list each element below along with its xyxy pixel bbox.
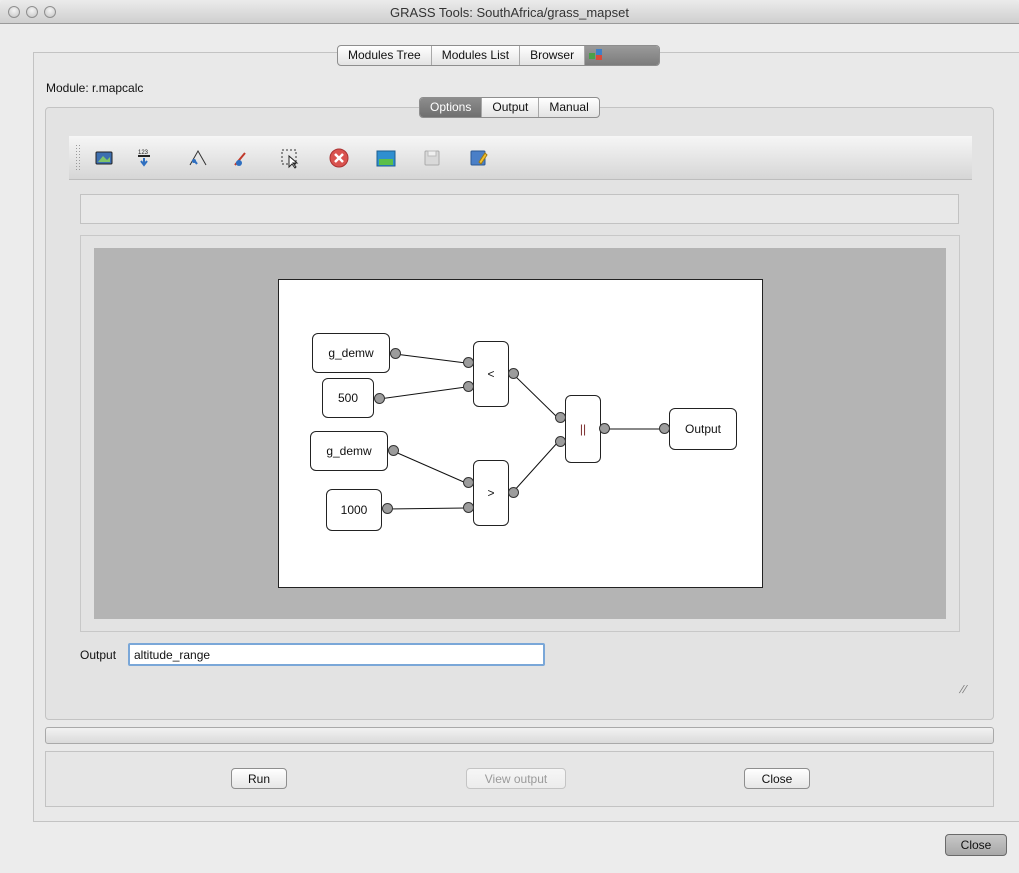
save-icon[interactable] — [421, 147, 443, 169]
toolbar-grip[interactable] — [75, 144, 81, 172]
output-port[interactable] — [388, 445, 399, 456]
constant-node[interactable]: 500 — [322, 378, 374, 418]
output-name-input[interactable] — [128, 643, 545, 666]
window-title: GRASS Tools: SouthAfrica/grass_mapset — [390, 5, 629, 20]
input-port[interactable] — [463, 357, 474, 368]
input-port[interactable] — [463, 381, 474, 392]
window-close-button[interactable]: Close — [945, 834, 1007, 856]
output-port[interactable] — [374, 393, 385, 404]
top-tab-bar: Modules Tree Modules List Browser — [337, 45, 661, 66]
output-node[interactable]: Output — [669, 408, 737, 450]
operator-node[interactable]: || — [565, 395, 601, 463]
tab-module[interactable] — [585, 46, 660, 65]
run-button[interactable]: Run — [231, 768, 287, 789]
mapcalc-canvas[interactable]: g_demw 500 g_demw 1000 < > || Output — [278, 279, 763, 588]
operator-node[interactable]: > — [473, 460, 509, 526]
input-port[interactable] — [659, 423, 670, 434]
close-button[interactable]: Close — [744, 768, 810, 789]
output-port[interactable] — [508, 368, 519, 379]
mapcalc-toolbar: 123 — [69, 136, 972, 180]
tab-options[interactable]: Options — [420, 98, 483, 117]
progress-bar — [45, 727, 994, 744]
window-titlebar: GRASS Tools: SouthAfrica/grass_mapset — [0, 0, 1019, 24]
output-port[interactable] — [382, 503, 393, 514]
input-port[interactable] — [463, 502, 474, 513]
input-port[interactable] — [555, 436, 566, 447]
tab-manual[interactable]: Manual — [539, 98, 598, 117]
tab-output[interactable]: Output — [482, 98, 540, 117]
view-output-button[interactable]: View output — [466, 768, 566, 789]
map-node[interactable]: g_demw — [312, 333, 390, 373]
operator-node[interactable]: < — [473, 341, 509, 407]
module-label: Module: r.mapcalc — [46, 81, 144, 95]
tab-modules-list[interactable]: Modules List — [432, 46, 521, 65]
add-map-icon[interactable] — [93, 147, 115, 169]
sub-tab-bar: Options Output Manual — [419, 97, 600, 118]
constant-node[interactable]: 1000 — [326, 489, 382, 531]
add-connection-icon[interactable] — [231, 147, 253, 169]
output-port[interactable] — [508, 487, 519, 498]
tab-browser[interactable]: Browser — [520, 46, 586, 65]
input-port[interactable] — [555, 412, 566, 423]
select-item-icon[interactable] — [279, 147, 301, 169]
add-constant-icon[interactable]: 123 — [134, 147, 156, 169]
action-button-group: Run View output Close — [45, 751, 994, 807]
output-label: Output — [80, 648, 117, 662]
delete-item-icon[interactable] — [328, 147, 350, 169]
add-operator-icon[interactable] — [187, 147, 209, 169]
save-as-icon[interactable] — [467, 147, 489, 169]
input-port[interactable] — [463, 477, 474, 488]
output-port[interactable] — [390, 348, 401, 359]
output-port[interactable] — [599, 423, 610, 434]
tab-modules-tree[interactable]: Modules Tree — [338, 46, 432, 65]
map-node[interactable]: g_demw — [310, 431, 388, 471]
open-file-icon[interactable] — [375, 147, 397, 169]
mapcalc-tab-icon — [589, 49, 603, 60]
expression-field[interactable] — [80, 194, 959, 224]
